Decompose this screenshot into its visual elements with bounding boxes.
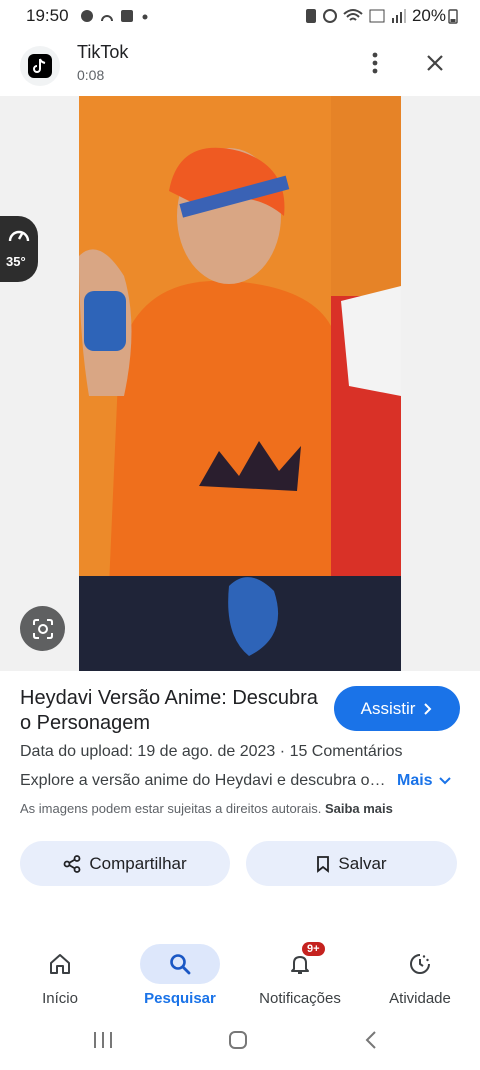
result-description: Explore a versão anime do Heydavi e desc… — [20, 772, 388, 789]
notification-badge: 9+ — [302, 942, 325, 956]
comments-count: 15 Comentários — [289, 743, 403, 760]
bottom-navigation: Início Pesquisar 9+ Notificações Ativida… — [0, 930, 480, 1020]
speed-indicator[interactable]: 35° — [0, 216, 38, 282]
signal-icon — [392, 9, 406, 23]
lens-button[interactable] — [20, 606, 65, 651]
battery-percent: 20% — [411, 6, 446, 25]
system-icons — [305, 8, 407, 24]
source-header: TikTok 0:08 — [0, 34, 480, 96]
nav-item-atividade[interactable]: Atividade — [370, 944, 470, 1007]
home-system-icon — [229, 1031, 247, 1049]
result-title[interactable]: Heydavi Versão Anime: Descubra o Persona… — [20, 686, 320, 736]
back-icon — [365, 1031, 376, 1049]
bookmark-icon — [317, 855, 330, 873]
nav-item-notificacoes[interactable]: 9+ Notificações — [250, 942, 350, 1007]
activity-icon — [410, 954, 430, 974]
wifi-icon — [343, 9, 363, 21]
nav-item-pesquisar[interactable]: Pesquisar — [130, 944, 230, 1007]
save-label: Salvar — [338, 853, 387, 873]
video-duration: 0:08 — [77, 67, 105, 83]
gallery-icon — [121, 10, 133, 22]
nav-item-inicio[interactable]: Início — [10, 944, 110, 1007]
preview-image[interactable] — [79, 96, 401, 671]
save-button[interactable]: Salvar — [246, 841, 457, 886]
watch-button[interactable]: Assistir — [334, 686, 460, 731]
nav-label: Pesquisar — [144, 990, 216, 1007]
more-label: Mais — [397, 772, 433, 789]
battery-indicator: 20% — [412, 6, 458, 26]
home-system-button[interactable] — [228, 1030, 248, 1055]
learn-more-link[interactable]: Saiba mais — [325, 801, 393, 816]
nav-icon-container: 9+ — [260, 942, 340, 984]
more-vert-icon — [372, 52, 378, 74]
app-icon — [20, 46, 60, 86]
share-icon — [63, 854, 81, 873]
notification-icon — [101, 15, 113, 22]
meta-separator: · — [279, 743, 290, 760]
tiktok-icon — [33, 58, 46, 73]
source-title: TikTok — [77, 42, 129, 62]
close-icon — [427, 55, 443, 71]
nav-label: Atividade — [389, 990, 451, 1007]
nav-icon-container — [140, 944, 220, 984]
more-options-button[interactable] — [360, 48, 390, 78]
recents-button[interactable] — [92, 1030, 114, 1055]
person-illustration — [79, 96, 401, 671]
close-button[interactable] — [420, 48, 450, 78]
upload-meta: Data do upload: 19 de ago. de 2023 · 15 … — [20, 743, 403, 761]
status-time: 19:50 — [26, 6, 69, 25]
chevron-right-icon — [424, 702, 432, 715]
share-label: Compartilhar — [89, 853, 187, 873]
more-button[interactable]: Mais — [397, 772, 451, 790]
vibrate-icon — [306, 9, 316, 23]
notification-icon — [81, 10, 93, 22]
chevron-down-icon — [439, 777, 451, 785]
nav-icon-container — [20, 944, 100, 984]
volte-icon — [369, 9, 385, 23]
dot-icon — [142, 14, 148, 20]
gauge-icon — [8, 230, 30, 242]
media-preview: 35° — [0, 96, 480, 671]
home-icon — [50, 954, 70, 974]
upload-date: Data do upload: 19 de ago. de 2023 — [20, 743, 276, 760]
nav-label: Início — [42, 990, 78, 1007]
recents-icon — [94, 1032, 112, 1048]
watch-label: Assistir — [360, 698, 416, 718]
search-icon — [170, 954, 191, 975]
system-navigation — [0, 1020, 480, 1070]
notification-icons — [80, 9, 150, 23]
lens-icon — [32, 618, 53, 639]
nav-label: Notificações — [259, 990, 341, 1007]
share-button[interactable]: Compartilhar — [20, 841, 230, 886]
speed-value: 35° — [6, 254, 26, 269]
status-bar: 19:50 20% — [0, 0, 480, 34]
alarm-icon — [323, 9, 337, 23]
battery-icon — [448, 9, 458, 24]
copyright-notice: As imagens podem estar sujeitas a direit… — [20, 801, 393, 816]
copyright-text: As imagens podem estar sujeitas a direit… — [20, 801, 322, 816]
back-button[interactable] — [364, 1030, 378, 1055]
nav-icon-container — [380, 944, 460, 984]
